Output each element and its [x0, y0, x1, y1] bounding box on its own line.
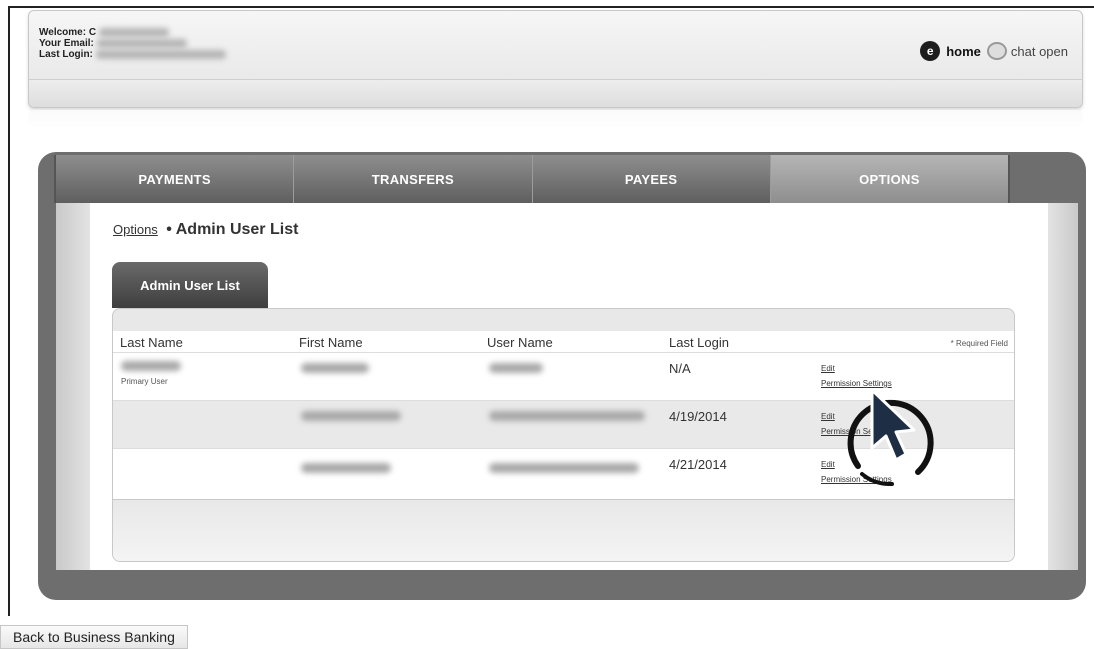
account-header: Welcome: C Your Email: Last Login: e hom… — [28, 10, 1083, 108]
admin-user-list-tab[interactable]: Admin User List — [112, 262, 268, 308]
redacted-user-name — [489, 411, 645, 421]
redacted-user-name — [489, 363, 543, 373]
user-info: Welcome: C Your Email: Last Login: — [39, 27, 226, 60]
welcome-initial: C — [88, 27, 97, 38]
header-bar — [29, 79, 1082, 107]
cursor-highlight-icon — [847, 388, 934, 487]
welcome-label: Welcome: — [39, 27, 87, 38]
redacted-first-name — [301, 411, 401, 421]
tab-options[interactable]: OPTIONS — [770, 155, 1008, 203]
email-label: Your Email: — [39, 38, 94, 49]
home-icon[interactable]: e — [920, 41, 941, 61]
header-shadow — [28, 110, 1083, 128]
row-actions: Edit Permission Settings — [821, 361, 892, 391]
last-login-value: 4/19/2014 — [669, 409, 727, 424]
last-login-value: 4/21/2014 — [669, 457, 727, 472]
col-first-name: First Name — [299, 335, 363, 350]
redacted-last-name — [121, 361, 181, 371]
redacted-user-name — [489, 463, 639, 473]
tab-payments[interactable]: PAYMENTS — [56, 155, 295, 203]
col-user-name: User Name — [487, 335, 553, 350]
table-footer — [113, 499, 1014, 561]
redacted-name — [99, 27, 170, 37]
home-link[interactable]: home — [946, 44, 981, 59]
home-chat-links: e home chat open — [920, 41, 1068, 61]
main-nav-tabs: PAYMENTS TRANSFERS PAYEES OPTIONS — [54, 155, 1010, 203]
redacted-email — [96, 38, 187, 48]
breadcrumb-options-link[interactable]: Options — [113, 222, 158, 237]
role-label: Primary User — [121, 377, 168, 386]
page-title: Admin User List — [175, 221, 299, 238]
redacted-first-name — [301, 463, 391, 473]
last-login-value: N/A — [669, 361, 691, 376]
breadcrumb: Options • Admin User List — [113, 221, 298, 239]
content-border-left — [56, 203, 90, 570]
content-border-right — [1048, 203, 1078, 570]
redacted-first-name — [301, 363, 369, 373]
chat-link[interactable]: chat open — [1011, 44, 1068, 59]
last-login-label: Last Login: — [39, 49, 93, 60]
tab-transfers[interactable]: TRANSFERS — [294, 155, 533, 203]
required-field-note: * Required Field — [950, 339, 1008, 348]
table-header: Last Name First Name User Name Last Logi… — [113, 333, 1014, 351]
redacted-last-login — [95, 49, 226, 59]
col-last-login: Last Login — [669, 335, 729, 350]
chat-icon[interactable] — [986, 42, 1007, 60]
back-to-business-banking-button[interactable]: Back to Business Banking — [0, 625, 188, 649]
breadcrumb-separator: • — [166, 221, 172, 238]
edit-link[interactable]: Edit — [821, 361, 892, 376]
col-last-name: Last Name — [120, 335, 183, 350]
tab-payees[interactable]: PAYEES — [532, 155, 771, 203]
